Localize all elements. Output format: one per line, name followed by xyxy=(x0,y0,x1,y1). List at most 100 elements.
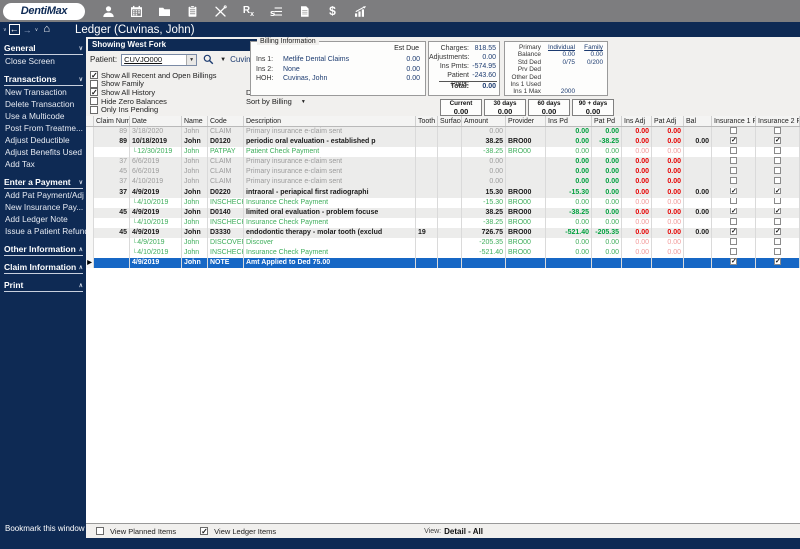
cell-insurance-2-paid[interactable] xyxy=(756,137,800,147)
checkbox[interactable] xyxy=(774,137,781,144)
sidebar-item-adjust-benefits-used[interactable]: Adjust Benefits Used xyxy=(0,147,86,159)
reports-icon[interactable] xyxy=(353,4,368,19)
checkbox[interactable] xyxy=(730,167,737,174)
cell-insurance-1-paid[interactable] xyxy=(712,198,756,208)
sidebar-item-use-a-multicode[interactable]: Use a Multicode xyxy=(0,111,86,123)
cell-insurance-2-paid[interactable] xyxy=(756,208,800,218)
checkbox[interactable] xyxy=(90,71,98,79)
sidebar-section-general[interactable]: General∨ xyxy=(4,43,83,55)
table-row[interactable]: └4/9/2019JohnDISCOVERDiscover-205.35BRO0… xyxy=(86,238,800,248)
sidebar-item-delete-transaction[interactable]: Delete Transaction xyxy=(0,99,86,111)
search-icon[interactable] xyxy=(203,54,214,65)
cell-insurance-2-paid[interactable] xyxy=(756,258,800,268)
checkbox[interactable] xyxy=(730,177,737,184)
cell-insurance-1-paid[interactable] xyxy=(712,208,756,218)
sidebar-section-claim-information[interactable]: Claim Information∧ xyxy=(4,262,83,274)
cell-insurance-1-paid[interactable] xyxy=(712,248,756,258)
back-history-chevron-icon[interactable]: ∨ xyxy=(3,27,7,33)
column-header-date[interactable]: Date xyxy=(130,116,182,126)
table-row[interactable]: 454/9/2019JohnD0140limited oral evaluati… xyxy=(86,208,800,218)
cell-insurance-2-paid[interactable] xyxy=(756,127,800,137)
table-row[interactable]: 374/10/2019JohnCLAIMPrimary insurance e-… xyxy=(86,177,800,187)
table-row[interactable]: 8910/18/2019JohnD0120periodic oral evalu… xyxy=(86,137,800,147)
sidebar-item-add-pat-payment-adj[interactable]: Add Pat Payment/Adj xyxy=(0,190,86,202)
checkbox[interactable] xyxy=(774,228,781,235)
cell-insurance-1-paid[interactable] xyxy=(712,188,756,198)
column-header-insurance-2-paid[interactable]: Insurance 2 Paid xyxy=(756,116,800,126)
column-header-ins-adj[interactable]: Ins Adj xyxy=(622,116,652,126)
dentimax-logo[interactable]: DentiMax xyxy=(3,3,85,20)
cell-insurance-1-paid[interactable] xyxy=(712,147,756,157)
checkbox[interactable] xyxy=(730,238,737,245)
back-icon[interactable]: ← xyxy=(9,24,20,35)
column-header-description[interactable]: Description xyxy=(244,116,416,126)
cell-insurance-1-paid[interactable] xyxy=(712,258,756,268)
clipboard-icon[interactable] xyxy=(185,4,200,19)
checkbox[interactable] xyxy=(774,177,781,184)
checkbox[interactable] xyxy=(774,157,781,164)
checkbox[interactable] xyxy=(774,188,781,195)
sidebar-section-transactions[interactable]: Transactions∨ xyxy=(4,74,83,86)
checkbox[interactable] xyxy=(730,228,737,235)
cell-insurance-1-paid[interactable] xyxy=(712,238,756,248)
checkbox[interactable] xyxy=(774,167,781,174)
column-header-code[interactable]: Code xyxy=(208,116,244,126)
sort-mode-dropdown[interactable]: Sort by Billing▼ xyxy=(246,97,306,106)
sidebar-item-issue-a-patient-refund[interactable]: Issue a Patient Refund xyxy=(0,226,86,238)
filter-dropdown-icon[interactable]: ▼ xyxy=(220,57,226,63)
table-row[interactable]: 454/9/2019JohnD3330endodontic therapy - … xyxy=(86,228,800,238)
checkbox[interactable] xyxy=(730,198,737,205)
checkbox[interactable] xyxy=(774,238,781,245)
cell-insurance-2-paid[interactable] xyxy=(756,238,800,248)
cell-insurance-1-paid[interactable] xyxy=(712,157,756,167)
bookmark-link[interactable]: Bookmark this window xyxy=(5,524,85,533)
checkbox[interactable] xyxy=(90,80,98,88)
checkbox[interactable] xyxy=(774,248,781,255)
table-row[interactable]: └4/10/2019JohnINSCHECKInsurance Check Pa… xyxy=(86,248,800,258)
checkbox[interactable] xyxy=(730,208,737,215)
cell-insurance-1-paid[interactable] xyxy=(712,218,756,228)
column-header-pat-adj[interactable]: Pat Adj xyxy=(652,116,684,126)
cell-insurance-2-paid[interactable] xyxy=(756,157,800,167)
checkbox[interactable] xyxy=(90,88,98,96)
checkbox[interactable] xyxy=(730,258,737,265)
sidebar-section-enter-a-payment[interactable]: Enter a Payment∨ xyxy=(4,177,83,189)
column-header-amount[interactable]: Amount xyxy=(462,116,506,126)
cell-insurance-2-paid[interactable] xyxy=(756,147,800,157)
checkbox[interactable] xyxy=(90,97,98,105)
cell-insurance-1-paid[interactable] xyxy=(712,137,756,147)
sidebar-item-add-ledger-note[interactable]: Add Ledger Note xyxy=(0,214,86,226)
table-row[interactable]: 376/6/2019JohnCLAIMPrimary insurance e-c… xyxy=(86,157,800,167)
column-header-insurance-1-paid[interactable]: Insurance 1 Paid xyxy=(712,116,756,126)
forward-history-chevron-icon[interactable]: ∨ xyxy=(35,27,39,33)
sidebar-item-new-insurance-pay[interactable]: New Insurance Pay... xyxy=(0,202,86,214)
cell-insurance-1-paid[interactable] xyxy=(712,228,756,238)
sidebar-item-new-transaction[interactable]: New Transaction xyxy=(0,87,86,99)
cell-insurance-2-paid[interactable] xyxy=(756,177,800,187)
column-header-ins-pd[interactable]: Ins Pd xyxy=(546,116,592,126)
table-row[interactable]: 893/18/2020JohnCLAIMPrimary insurance e-… xyxy=(86,127,800,137)
table-row[interactable]: 456/6/2019JohnCLAIMPrimary insurance e-c… xyxy=(86,167,800,177)
payment-icon[interactable]: $ xyxy=(325,4,340,19)
checkbox[interactable] xyxy=(730,137,737,144)
sidebar-item-adjust-deductible[interactable]: Adjust Deductible xyxy=(0,135,86,147)
sidebar-item-close-screen[interactable]: Close Screen xyxy=(0,56,86,68)
sidebar-item-post-from-treatme[interactable]: Post From Treatme... xyxy=(0,123,86,135)
sidebar-item-add-tax[interactable]: Add Tax xyxy=(0,159,86,171)
checkbox[interactable] xyxy=(730,157,737,164)
table-row[interactable]: 374/9/2019JohnD0220intraoral - periapica… xyxy=(86,188,800,198)
checkbox[interactable] xyxy=(730,147,737,154)
prescription-icon[interactable]: Rx xyxy=(241,4,256,19)
combo-dropdown-icon[interactable]: ▼ xyxy=(186,55,196,65)
sidebar-section-other-information[interactable]: Other Information∧ xyxy=(4,244,83,256)
checkbox[interactable] xyxy=(730,218,737,225)
view-ledger-items-checkbox[interactable] xyxy=(200,527,208,535)
cell-insurance-2-paid[interactable] xyxy=(756,198,800,208)
checkbox[interactable] xyxy=(774,258,781,265)
forward-icon[interactable]: → xyxy=(23,25,32,35)
column-header-provider[interactable]: Provider xyxy=(506,116,546,126)
column-header-bal[interactable]: Bal xyxy=(684,116,712,126)
cell-insurance-2-paid[interactable] xyxy=(756,218,800,228)
sidebar-section-print[interactable]: Print∧ xyxy=(4,280,83,292)
table-row[interactable]: └12/30/2019JohnPATPAYPatient Check Payme… xyxy=(86,147,800,157)
